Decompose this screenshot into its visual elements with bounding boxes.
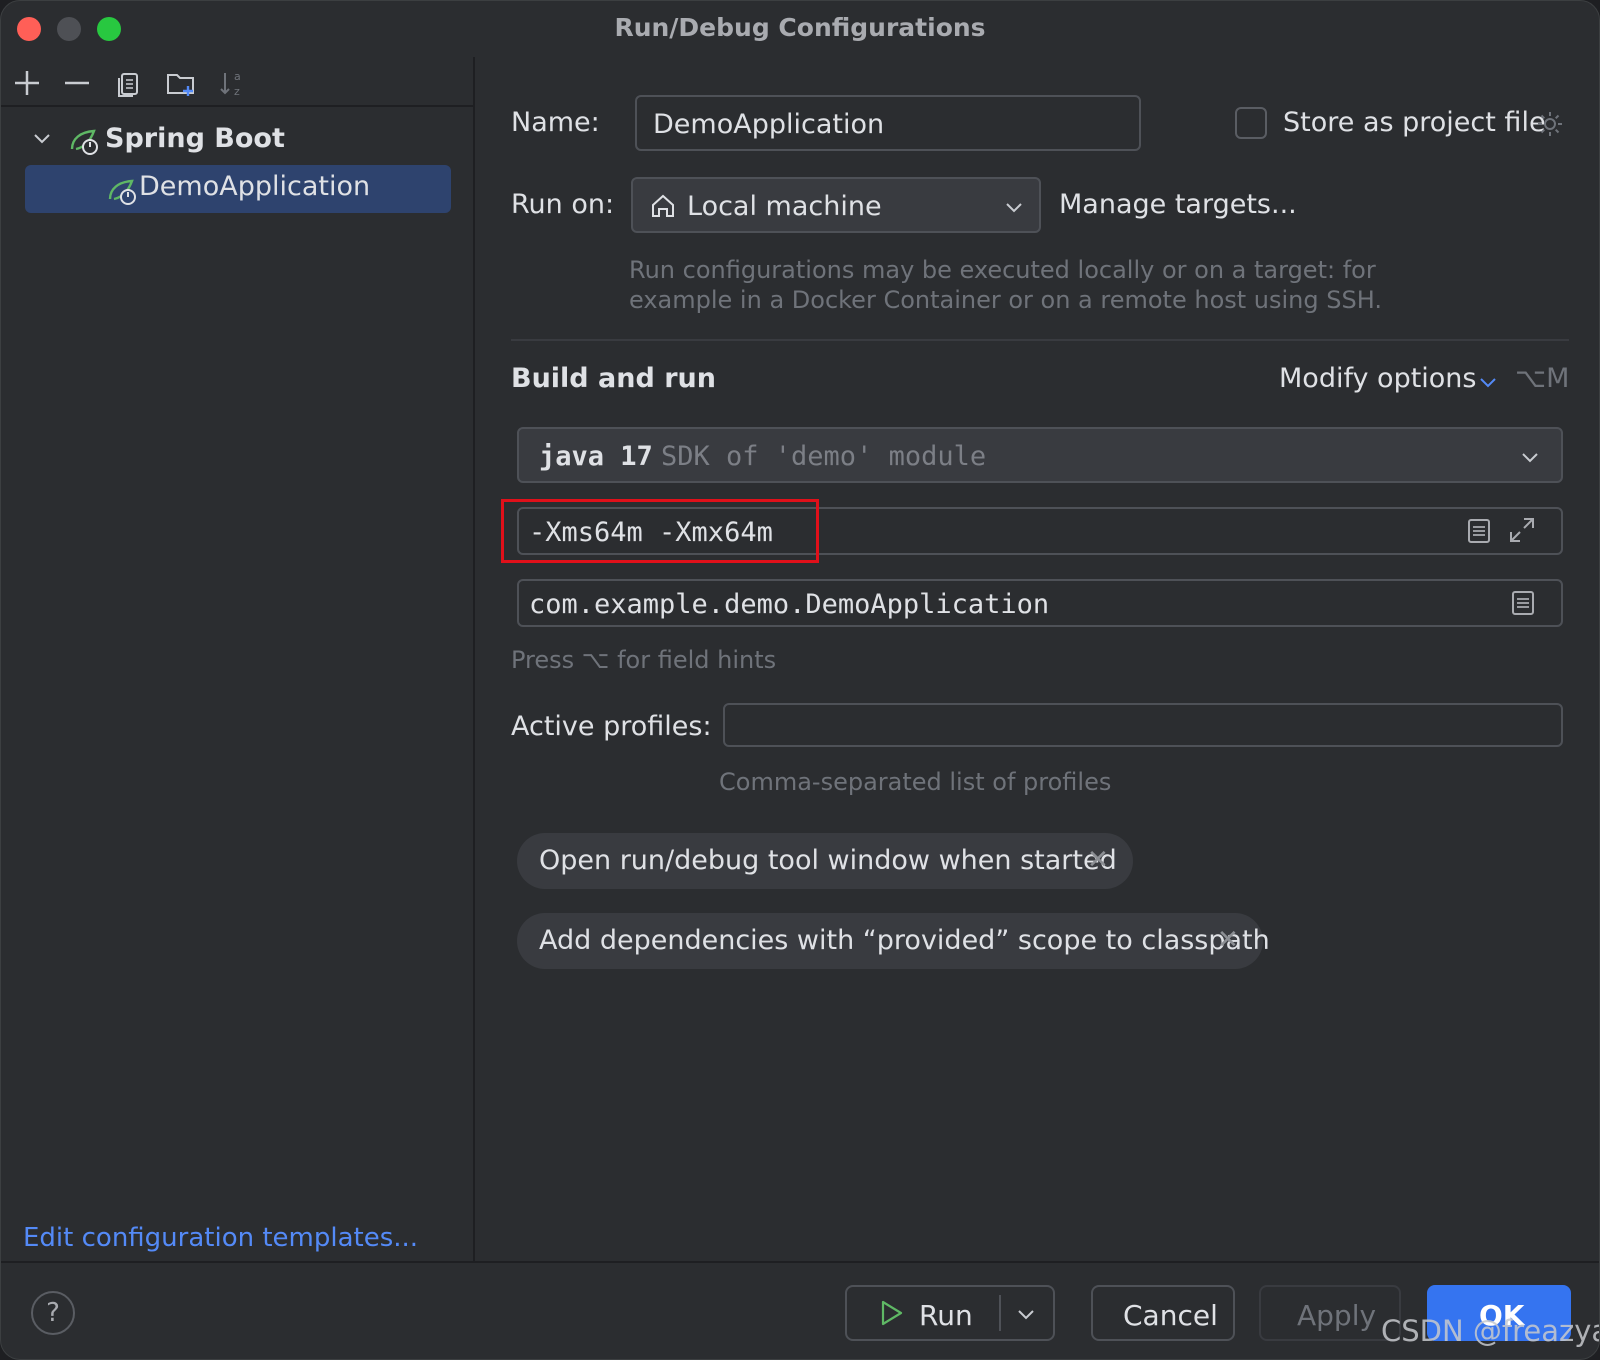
spring-boot-icon xyxy=(108,179,136,205)
name-label: Name: xyxy=(511,107,600,138)
configurations-toolbar: a z xyxy=(1,57,475,107)
name-input[interactable]: DemoApplication xyxy=(635,95,1141,151)
copy-icon[interactable] xyxy=(113,67,145,99)
chevron-down-icon xyxy=(1006,203,1022,213)
list-icon[interactable] xyxy=(1509,589,1537,617)
svg-text:a: a xyxy=(234,70,241,83)
apply-button-label: Apply xyxy=(1297,1299,1377,1332)
add-icon[interactable] xyxy=(11,67,43,99)
active-profiles-label: Active profiles: xyxy=(511,711,712,742)
run-on-label: Run on: xyxy=(511,189,615,220)
jdk-hint: SDK of 'demo' module xyxy=(661,441,987,472)
run-split-button[interactable]: Run xyxy=(845,1285,1055,1341)
configuration-editor: Name: DemoApplication Store as project f… xyxy=(477,57,1599,1261)
cancel-button-label: Cancel xyxy=(1123,1299,1218,1332)
tree-group-label: Spring Boot xyxy=(105,123,285,154)
option-chip-provided-scope[interactable]: Add dependencies with “provided” scope t… xyxy=(517,913,1270,969)
run-on-hint-line-1: Run configurations may be executed local… xyxy=(629,256,1376,284)
run-button-label: Run xyxy=(919,1299,973,1332)
jdk-dropdown[interactable]: java 17 SDK of 'demo' module xyxy=(517,427,1563,483)
chevron-down-icon xyxy=(1522,453,1538,463)
chip-label: Open run/debug tool window when started xyxy=(539,845,1117,876)
field-hints-text: Press ⌥ for field hints xyxy=(511,646,777,674)
chevron-down-icon[interactable] xyxy=(1015,1303,1037,1325)
list-icon[interactable] xyxy=(1465,517,1493,545)
new-folder-icon[interactable] xyxy=(165,67,197,99)
main-class-value: com.example.demo.DemoApplication xyxy=(529,589,1050,620)
manage-targets-link[interactable]: Manage targets... xyxy=(1059,189,1297,220)
edit-configuration-templates-link[interactable]: Edit configuration templates... xyxy=(23,1223,418,1253)
active-profiles-input[interactable] xyxy=(723,703,1563,747)
modify-options-link[interactable]: Modify options xyxy=(1279,363,1477,394)
tree-item-demo-application[interactable]: DemoApplication xyxy=(25,165,451,213)
close-icon[interactable]: ✕ xyxy=(1087,845,1109,875)
split-divider xyxy=(999,1295,1001,1331)
run-on-value: Local machine xyxy=(687,191,882,222)
option-chip-open-tool-window[interactable]: Open run/debug tool window when started … xyxy=(517,833,1133,889)
separator xyxy=(511,339,1569,341)
main-class-input[interactable]: com.example.demo.DemoApplication xyxy=(517,579,1563,627)
dialog-button-bar: ? Run Cancel Apply OK xyxy=(1,1261,1599,1359)
svg-text:z: z xyxy=(234,85,240,98)
modify-options-shortcut: ⌥M xyxy=(1515,363,1570,394)
build-and-run-title: Build and run xyxy=(511,363,716,394)
tree-item-label: DemoApplication xyxy=(139,171,371,202)
remove-icon[interactable] xyxy=(61,67,93,99)
store-as-project-file-checkbox[interactable] xyxy=(1235,107,1267,139)
gear-icon[interactable] xyxy=(1535,109,1565,139)
run-on-hint-line-2: example in a Docker Container or on a re… xyxy=(629,286,1382,314)
expand-icon[interactable] xyxy=(1507,515,1537,545)
chevron-down-icon[interactable] xyxy=(31,127,53,149)
sort-icon[interactable]: a z xyxy=(217,67,249,99)
play-icon xyxy=(881,1300,903,1326)
tree-group-spring-boot[interactable]: Spring Boot xyxy=(1,115,475,163)
chip-label: Add dependencies with “provided” scope t… xyxy=(539,925,1270,956)
run-debug-configurations-window: Run/Debug Configurations a z Spring Boot… xyxy=(0,0,1600,1360)
cancel-button[interactable]: Cancel xyxy=(1091,1285,1235,1341)
jdk-name: java 17 xyxy=(539,441,653,472)
name-value: DemoApplication xyxy=(653,109,885,140)
store-as-project-file-label[interactable]: Store as project file xyxy=(1283,107,1546,138)
watermark: CSDN @freazya xyxy=(1381,1314,1600,1348)
chevron-down-icon[interactable] xyxy=(1477,371,1499,393)
configurations-sidebar: a z Spring Boot DemoApplication Edit con… xyxy=(1,57,475,1261)
vm-options-highlight-box xyxy=(501,499,819,563)
help-button[interactable]: ? xyxy=(31,1291,75,1335)
title-bar: Run/Debug Configurations xyxy=(1,1,1599,57)
active-profiles-hint: Comma-separated list of profiles xyxy=(719,768,1112,796)
home-icon xyxy=(652,194,674,217)
close-icon[interactable]: ✕ xyxy=(1217,925,1239,955)
apply-button[interactable]: Apply xyxy=(1259,1285,1401,1341)
spring-boot-icon xyxy=(70,129,98,155)
run-on-dropdown[interactable]: Local machine xyxy=(631,177,1041,233)
window-title: Run/Debug Configurations xyxy=(614,13,986,42)
